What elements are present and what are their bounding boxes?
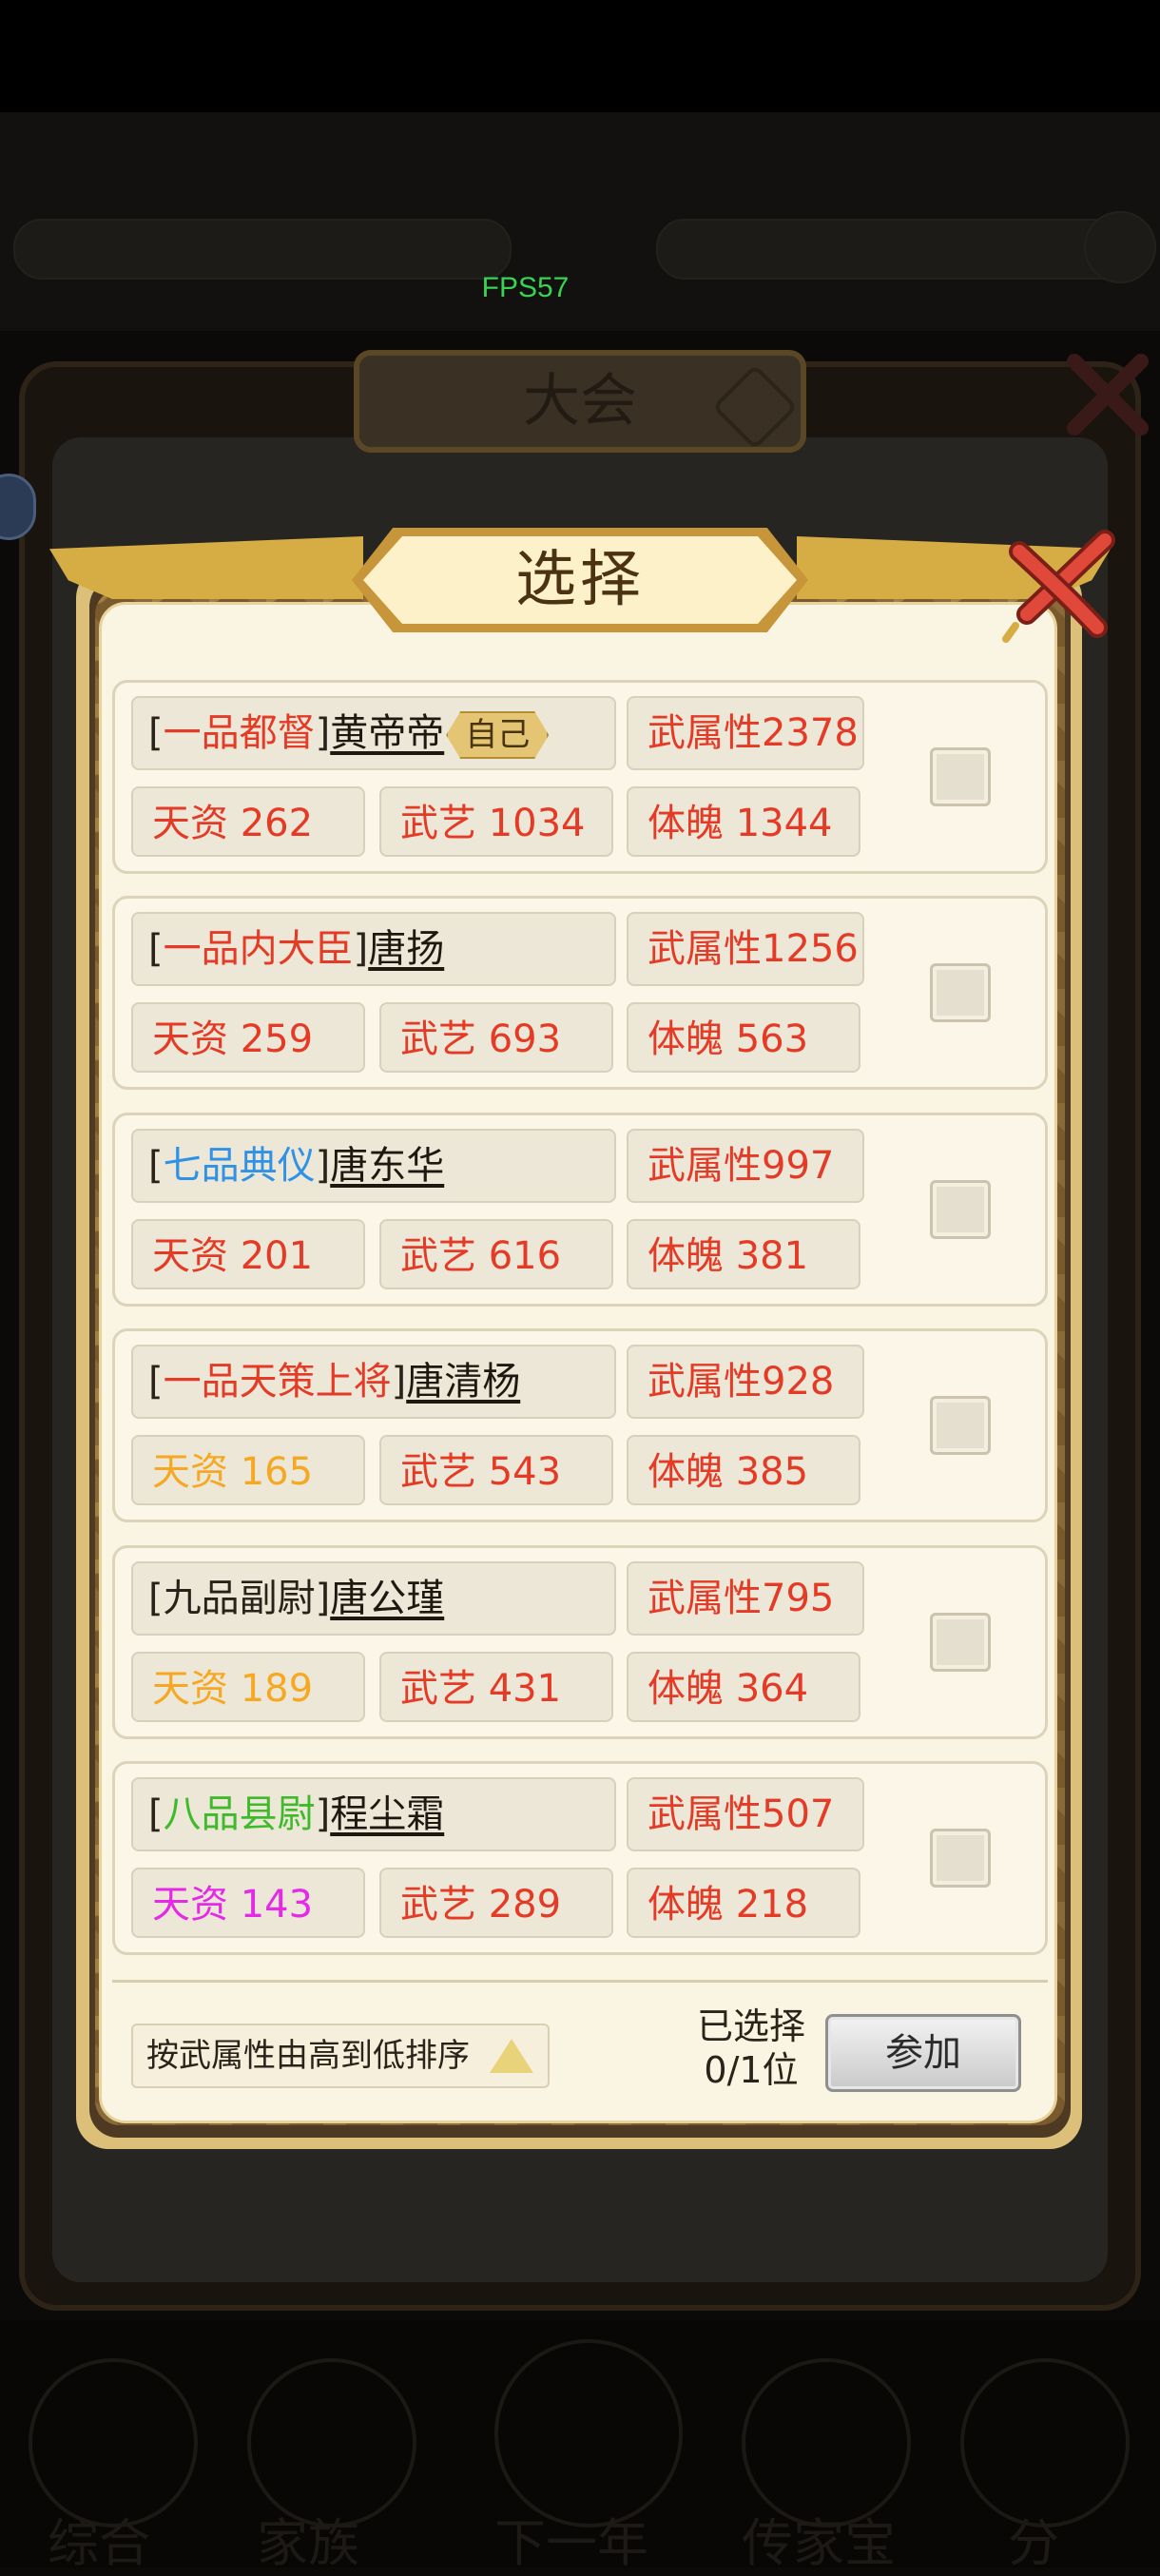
select-checkbox[interactable] (930, 1829, 991, 1888)
martial-attribute: 武属性997 (627, 1129, 864, 1203)
nav-circle (494, 2339, 683, 2528)
self-tag: 自己 (446, 711, 550, 759)
rank-title: 八品县尉 (163, 1792, 316, 1836)
physique-stat: 体魄 385 (627, 1435, 860, 1505)
dialog-title: 选择 (515, 545, 645, 615)
candidate-card: [九品副尉]唐公瑾 武属性795 天资 189 武艺 431 体魄 364 (112, 1545, 1048, 1739)
hud-bar-right (656, 219, 1145, 280)
join-button[interactable]: 参加 (825, 2014, 1021, 2092)
nav-label: 综合 (48, 2513, 150, 2573)
bracket-open: [ (148, 711, 164, 755)
candidate-name[interactable]: 唐东华 (330, 1144, 444, 1188)
rank-title: 九品副尉 (163, 1577, 316, 1620)
talent-stat: 天资 262 (131, 786, 365, 857)
bracket-close: ] (315, 1792, 331, 1836)
bracket-open: [ (148, 1144, 164, 1188)
candidate-card: [八品县尉]程尘霜 武属性507 天资 143 武艺 289 体魄 218 (112, 1761, 1048, 1955)
background-close-icon (1067, 354, 1149, 436)
candidate-name[interactable]: 程尘霜 (330, 1792, 444, 1836)
sort-button[interactable]: 按武属性由高到低排序 (131, 2024, 550, 2088)
candidate-name-box: [八品县尉]程尘霜 (131, 1777, 616, 1851)
hud-bar-left (13, 219, 512, 280)
bracket-close: ] (315, 1144, 331, 1188)
skill-stat: 武艺 1034 (379, 786, 613, 857)
bracket-close: ] (353, 927, 369, 971)
martial-attribute: 武属性795 (627, 1561, 864, 1636)
candidate-name[interactable]: 唐公瑾 (330, 1577, 444, 1620)
rank-title: 七品典仪 (163, 1144, 316, 1188)
candidate-name-box: [九品副尉]唐公瑾 (131, 1561, 616, 1636)
help-icon (1084, 211, 1156, 283)
select-checkbox[interactable] (930, 747, 991, 806)
candidate-name[interactable]: 唐清杨 (406, 1360, 520, 1404)
martial-attribute: 武属性507 (627, 1777, 864, 1851)
candidate-name[interactable]: 唐扬 (368, 927, 444, 971)
selected-label: 已选择 (696, 2005, 805, 2047)
talent-stat: 天资 143 (131, 1868, 365, 1938)
physique-stat: 体魄 218 (627, 1868, 860, 1938)
status-bar-area (0, 0, 1160, 112)
rank-title: 一品都督 (163, 711, 316, 755)
select-checkbox[interactable] (930, 963, 991, 1022)
talent-stat: 天资 189 (131, 1652, 365, 1722)
nav-label: 下一年 (494, 2513, 648, 2573)
bracket-close: ] (391, 1360, 407, 1404)
candidate-card: [一品都督]黄帝帝 自己 武属性2378 天资 262 武艺 1034 体魄 13… (112, 680, 1048, 874)
nav-label: 分 (1008, 2513, 1059, 2573)
talent-stat: 天资 165 (131, 1435, 365, 1505)
talent-stat: 天资 259 (131, 1002, 365, 1073)
sort-label: 按武属性由高到低排序 (146, 2037, 470, 2075)
selected-count: 已选择 0/1位 (666, 2005, 837, 2092)
martial-attribute: 武属性2378 (627, 696, 864, 770)
bracket-open: [ (148, 1792, 164, 1836)
candidate-name[interactable]: 黄帝帝 (330, 711, 444, 755)
skill-stat: 武艺 289 (379, 1868, 613, 1938)
martial-attribute: 武属性928 (627, 1345, 864, 1419)
candidate-name-box: [一品都督]黄帝帝 自己 (131, 696, 616, 770)
martial-attribute: 武属性1256 (627, 912, 864, 986)
talent-stat: 天资 201 (131, 1219, 365, 1289)
select-checkbox[interactable] (930, 1180, 991, 1239)
candidate-card: [七品典仪]唐东华 武属性997 天资 201 武艺 616 体魄 381 (112, 1113, 1048, 1307)
select-checkbox[interactable] (930, 1613, 991, 1672)
nav-label: 家族 (257, 2513, 359, 2573)
skill-stat: 武艺 431 (379, 1652, 613, 1722)
skill-stat: 武艺 693 (379, 1002, 613, 1073)
candidate-card: [一品天策上将]唐清杨 武属性928 天资 165 武艺 543 体魄 385 (112, 1328, 1048, 1522)
select-checkbox[interactable] (930, 1396, 991, 1455)
bracket-open: [ (148, 1360, 164, 1404)
bracket-open: [ (148, 927, 164, 971)
bracket-close: ] (315, 711, 331, 755)
skill-stat: 武艺 543 (379, 1435, 613, 1505)
physique-stat: 体魄 381 (627, 1219, 860, 1289)
list-divider (112, 1980, 1048, 1983)
physique-stat: 体魄 1344 (627, 786, 860, 857)
candidate-name-box: [七品典仪]唐东华 (131, 1129, 616, 1203)
fps-counter: FPS57 (481, 272, 570, 303)
candidate-card: [一品内大臣]唐扬 武属性1256 天资 259 武艺 693 体魄 563 (112, 896, 1048, 1090)
candidate-name-box: [一品天策上将]唐清杨 (131, 1345, 616, 1419)
physique-stat: 体魄 563 (627, 1002, 860, 1073)
skill-stat: 武艺 616 (379, 1219, 613, 1289)
rank-title: 一品内大臣 (163, 927, 354, 971)
bracket-open: [ (148, 1577, 164, 1620)
sort-triangle-icon (490, 2039, 533, 2073)
physique-stat: 体魄 364 (627, 1652, 860, 1722)
bracket-close: ] (315, 1577, 331, 1620)
rank-title: 一品天策上将 (163, 1360, 392, 1404)
nav-label: 传家宝 (742, 2513, 896, 2573)
candidate-name-box: [一品内大臣]唐扬 (131, 912, 616, 986)
selected-value: 0/1位 (704, 2049, 799, 2091)
close-icon[interactable] (998, 521, 1122, 645)
